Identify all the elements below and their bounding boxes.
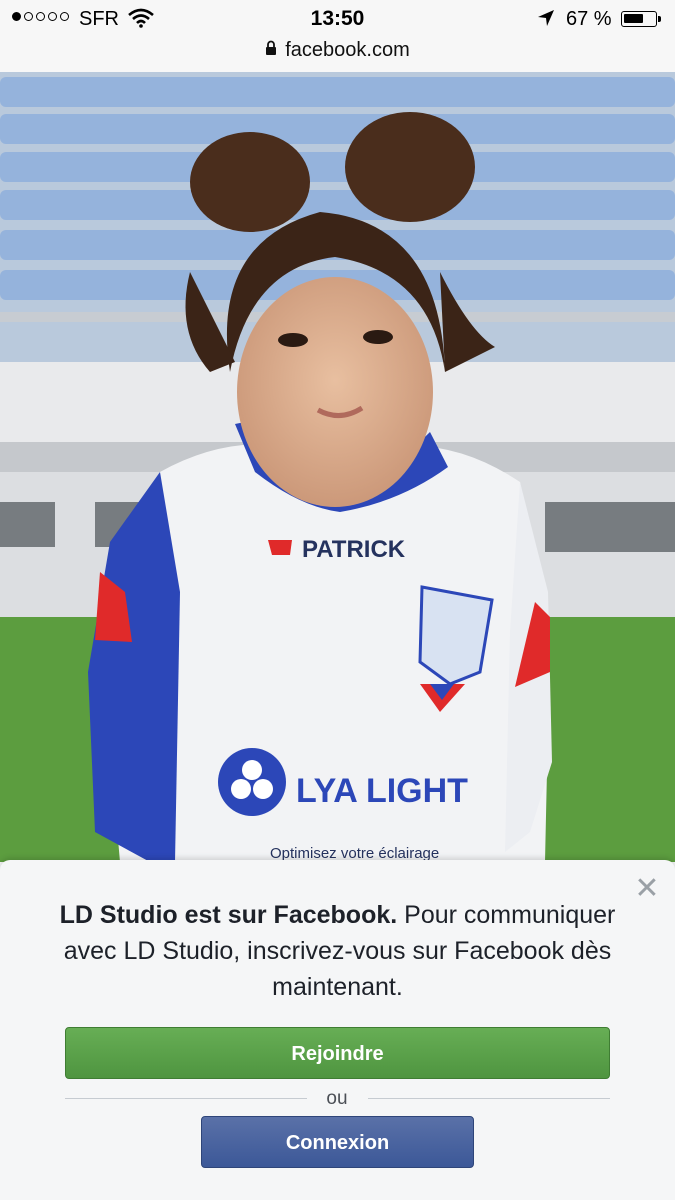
url-text: facebook.com	[285, 39, 410, 61]
jersey-sponsor-text: LYA LIGHT	[296, 772, 468, 810]
battery-percentage: 67 %	[566, 8, 612, 30]
signup-title: LD Studio est sur Facebook.	[59, 901, 398, 929]
or-divider-right	[368, 1098, 610, 1099]
jersey-brand-text: PATRICK	[302, 536, 406, 563]
lock-icon	[265, 39, 277, 62]
battery-tip	[658, 16, 661, 22]
url-bar[interactable]: facebook.com	[0, 36, 675, 72]
or-separator-text: ou	[326, 1088, 348, 1109]
login-button[interactable]: Connexion	[201, 1116, 474, 1168]
or-divider-left	[65, 1098, 307, 1099]
battery-icon	[621, 11, 657, 27]
status-bar: SFR 13:50 67 %	[0, 0, 675, 36]
signup-message: LD Studio est sur Facebook. Pour communi…	[40, 897, 635, 1005]
close-icon[interactable]: ✕	[632, 874, 662, 904]
join-button[interactable]: Rejoindre	[65, 1027, 610, 1079]
profile-photo: PATRICK LYA LIGHT Optimisez votre éclair…	[0, 72, 675, 862]
location-arrow-icon	[537, 9, 555, 33]
